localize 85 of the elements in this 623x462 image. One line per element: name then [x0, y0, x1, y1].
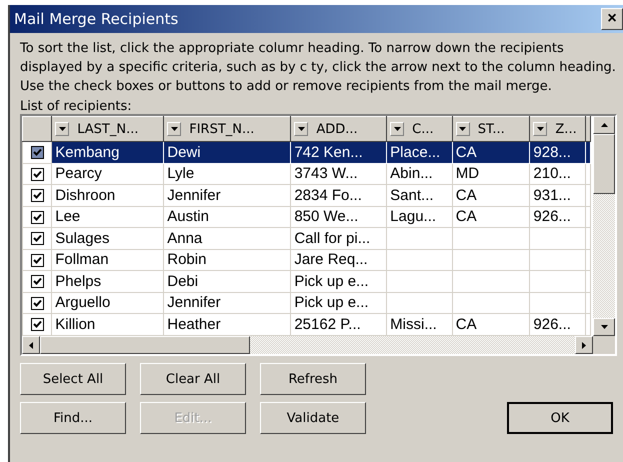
- table-cell: Pick up e...: [290, 270, 387, 292]
- table-cell: Jennifer: [164, 184, 291, 206]
- table-cell: 210...: [530, 163, 586, 184]
- scroll-left-button[interactable]: [22, 336, 40, 354]
- checkbox[interactable]: [30, 275, 44, 288]
- table-cell: Lyle: [164, 163, 291, 184]
- dropdown-icon[interactable]: [533, 122, 548, 136]
- column-header[interactable]: ADD...: [290, 116, 387, 142]
- table-cell: 850 We...: [290, 206, 387, 228]
- dropdown-icon[interactable]: [390, 122, 404, 136]
- column-header[interactable]: FIRST_N...: [164, 116, 291, 142]
- checkbox[interactable]: [30, 168, 44, 181]
- left-arrow-icon: [29, 342, 33, 348]
- table-cell: Pearcy: [52, 163, 164, 184]
- dialog-button[interactable]: Validate: [260, 402, 366, 434]
- table-cell: Jare Req...: [290, 249, 387, 270]
- table-cell: Jennifer: [164, 292, 291, 314]
- ok-button[interactable]: OK: [507, 402, 613, 434]
- list-label: List of recipients:: [20, 99, 133, 114]
- table-cell: 928...: [530, 142, 586, 163]
- scroll-down-button[interactable]: [593, 318, 615, 336]
- table-cell: 3743 W...: [290, 163, 387, 184]
- table-cell: 742 Ken...: [290, 142, 387, 163]
- table-cell: Abin...: [386, 163, 452, 184]
- table-cell: Place...: [386, 142, 452, 163]
- table-cell: Austin: [164, 206, 291, 228]
- window-title: Mail Merge Recipients: [14, 10, 178, 28]
- close-button[interactable]: ×: [601, 8, 623, 30]
- checkbox[interactable]: [30, 189, 44, 202]
- table-cell: CA: [452, 314, 530, 335]
- table-cell: 931...: [530, 184, 586, 206]
- scroll-thumb[interactable]: [40, 336, 250, 354]
- table-cell: 926...: [530, 206, 586, 228]
- table-cell: Sant...: [386, 184, 452, 206]
- table-cell: Lee: [52, 206, 164, 228]
- table-cell: 2834 Fo...: [290, 184, 387, 206]
- table-cell: CA: [452, 142, 530, 163]
- table-cell: Dewi: [164, 142, 291, 163]
- column-header[interactable]: Z...: [530, 116, 586, 142]
- table-cell: Killion: [52, 314, 164, 335]
- down-arrow-icon: [600, 325, 608, 329]
- table-cell: CA: [452, 206, 530, 228]
- checkbox[interactable]: [30, 318, 44, 332]
- table-cell: Debi: [164, 270, 291, 292]
- column-header[interactable]: ST...: [452, 116, 530, 142]
- dropdown-icon[interactable]: [55, 122, 70, 136]
- checkbox[interactable]: [30, 296, 44, 310]
- scroll-up-button[interactable]: [593, 116, 615, 134]
- column-header[interactable]: C...: [386, 116, 452, 142]
- dialog-button[interactable]: Refresh: [260, 363, 366, 395]
- table-cell: MD: [452, 163, 530, 184]
- up-arrow-icon: [600, 123, 608, 127]
- table-cell: Arguello: [52, 292, 164, 314]
- table-cell: Dishroon: [52, 184, 164, 206]
- table-cell: Missi...: [386, 314, 452, 335]
- dialog-button[interactable]: Clear All: [140, 363, 246, 395]
- checkbox[interactable]: [30, 146, 44, 160]
- table-cell: Sulages: [52, 228, 164, 249]
- scroll-right-button[interactable]: [575, 336, 593, 354]
- scrollbar-corner: [593, 336, 615, 354]
- checkbox[interactable]: [30, 254, 44, 267]
- table-cell: Kembang: [52, 142, 164, 163]
- dropdown-icon[interactable]: [167, 122, 182, 136]
- dialog-button[interactable]: Find...: [20, 402, 126, 434]
- instructions-text: To sort the list, click the appropriate columr heading. To narrow down the recipients displayed by a specific criteria, such as by c ty, click the arrow next to the column heading. Use the check boxes or buttons to add or remove recipients from the mail merge.: [20, 40, 617, 96]
- table-cell: Call for pi...: [290, 228, 387, 249]
- dialog-button[interactable]: Select All: [20, 363, 126, 395]
- table-cell: Heather: [164, 314, 291, 335]
- column-header[interactable]: [585, 116, 590, 142]
- column-header[interactable]: LAST_N...: [52, 116, 164, 142]
- table-cell: Lagu...: [386, 206, 452, 228]
- table-cell: Phelps: [52, 270, 164, 292]
- right-arrow-icon: [582, 342, 586, 348]
- table-cell: 25162 P...: [290, 314, 387, 335]
- table-cell: Anna: [164, 228, 291, 249]
- table-cell: Pick up e...: [290, 292, 387, 314]
- dropdown-icon[interactable]: [294, 122, 308, 136]
- checkbox[interactable]: [30, 210, 44, 224]
- scroll-thumb[interactable]: [593, 134, 615, 194]
- table-cell: Follman: [52, 249, 164, 270]
- table-cell: CA: [452, 184, 530, 206]
- dropdown-icon[interactable]: [456, 122, 470, 136]
- checkbox[interactable]: [30, 232, 44, 246]
- table-cell: 926...: [530, 314, 586, 335]
- table-cell: Robin: [164, 249, 291, 270]
